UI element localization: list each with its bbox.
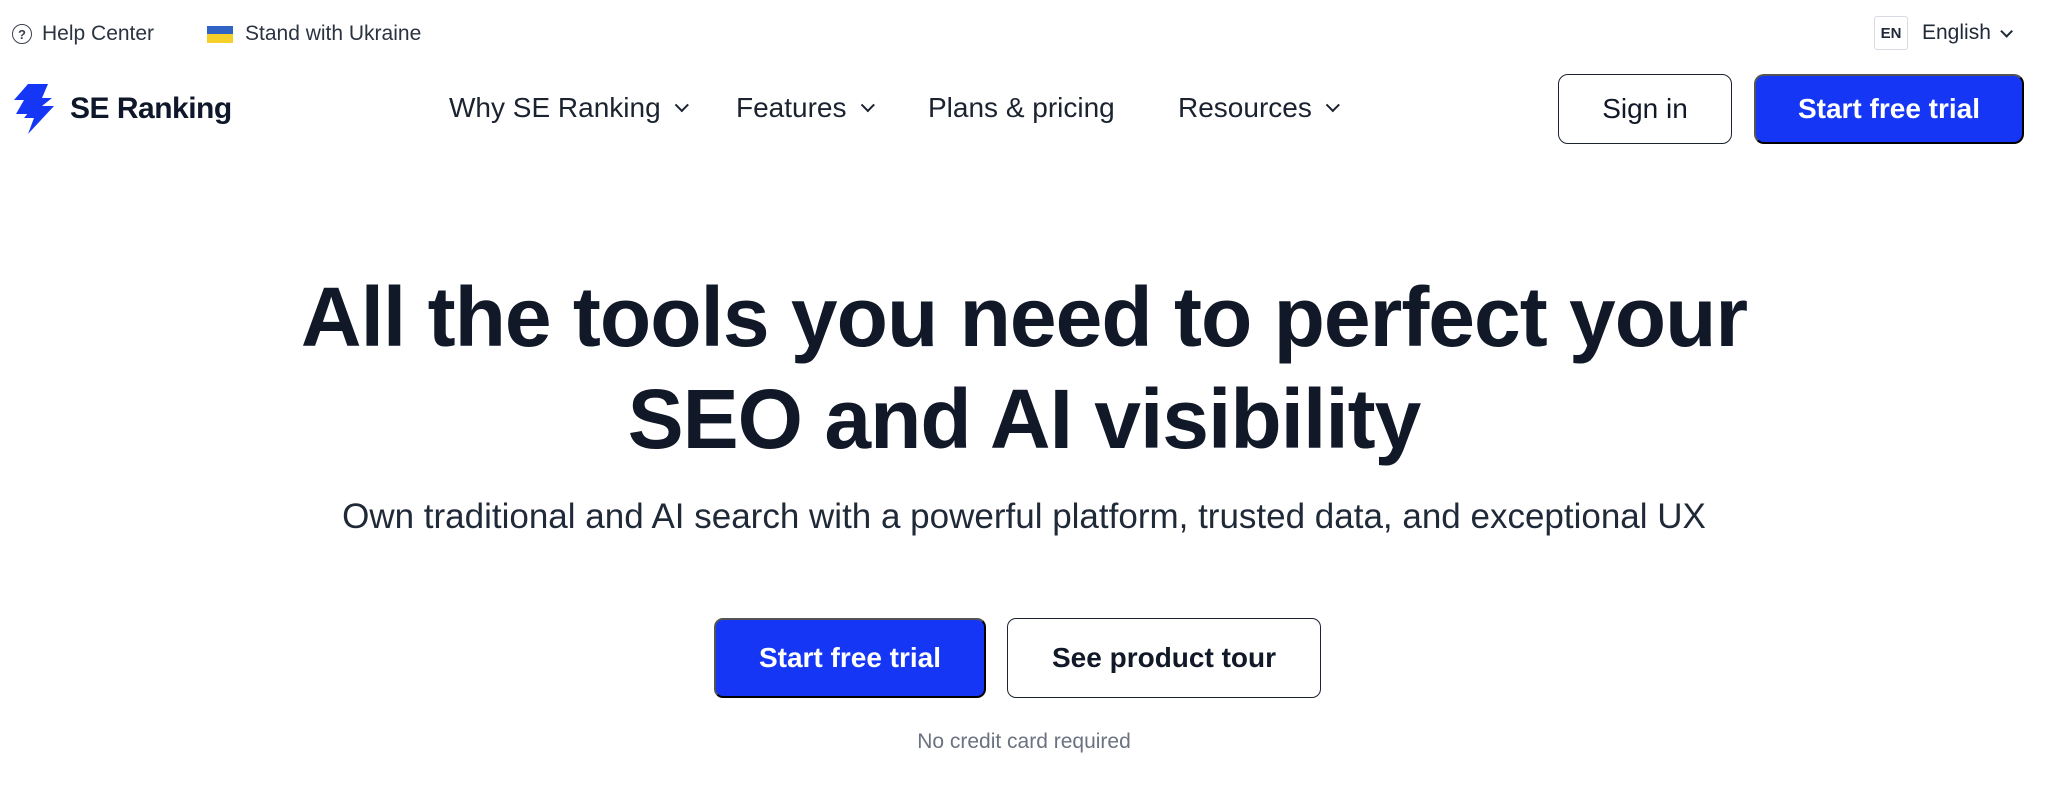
stand-with-ukraine-label: Stand with Ukraine (245, 22, 422, 45)
start-free-trial-button[interactable]: Start free trial (714, 618, 986, 698)
hero-title: All the tools you need to perfect your S… (0, 266, 2048, 470)
chevron-down-icon (1325, 98, 1340, 113)
hero-title-line-2: SEO and AI visibility (627, 372, 1422, 466)
question-circle-icon: ? (12, 24, 32, 44)
help-center-label: Help Center (42, 22, 155, 45)
language-label: English (1922, 21, 1991, 44)
se-ranking-logo-icon (14, 84, 54, 134)
see-product-tour-button[interactable]: See product tour (1007, 618, 1321, 698)
page: ? Help Center Stand with Ukraine EN Engl… (0, 0, 2048, 785)
sign-in-button[interactable]: Sign in (1558, 74, 1732, 144)
utility-bar: ? Help Center Stand with Ukraine EN Engl… (0, 0, 2048, 70)
nav-item-plans-pricing[interactable]: Plans & pricing (928, 92, 1115, 124)
chevron-down-icon (2000, 24, 2013, 38)
hero-title-line-1: All the tools you need to perfect your (300, 270, 1748, 364)
chevron-down-icon (860, 98, 875, 113)
main-navigation: SE Ranking Why SE Ranking Features Plans… (0, 70, 2048, 150)
chevron-down-icon (674, 98, 689, 113)
se-ranking-logo[interactable]: SE Ranking (12, 84, 232, 134)
nav-item-label: Resources (1178, 92, 1312, 123)
nav-item-features[interactable]: Features (736, 92, 875, 124)
nav-item-label: Features (736, 92, 847, 123)
help-center-link[interactable]: ? Help Center (12, 22, 154, 46)
ukraine-flag-icon (207, 25, 233, 43)
nav-item-why-se-ranking[interactable]: Why SE Ranking (449, 92, 689, 124)
nav-item-label: Plans & pricing (928, 92, 1115, 123)
nav-item-label: Why SE Ranking (449, 92, 661, 123)
stand-with-ukraine-link[interactable]: Stand with Ukraine (207, 22, 421, 46)
logo-text: SE Ranking (70, 92, 232, 125)
start-free-trial-header-button[interactable]: Start free trial (1754, 74, 2024, 144)
nav-item-resources[interactable]: Resources (1178, 92, 1340, 124)
no-credit-card-note: No credit card required (917, 730, 1131, 753)
language-selector[interactable]: EN English (1874, 16, 2048, 50)
hero-subtitle: Own traditional and AI search with a pow… (342, 497, 1706, 536)
hero-cta-group: Start free trial See product tour (0, 618, 2048, 698)
language-code-badge: EN (1874, 16, 1908, 50)
